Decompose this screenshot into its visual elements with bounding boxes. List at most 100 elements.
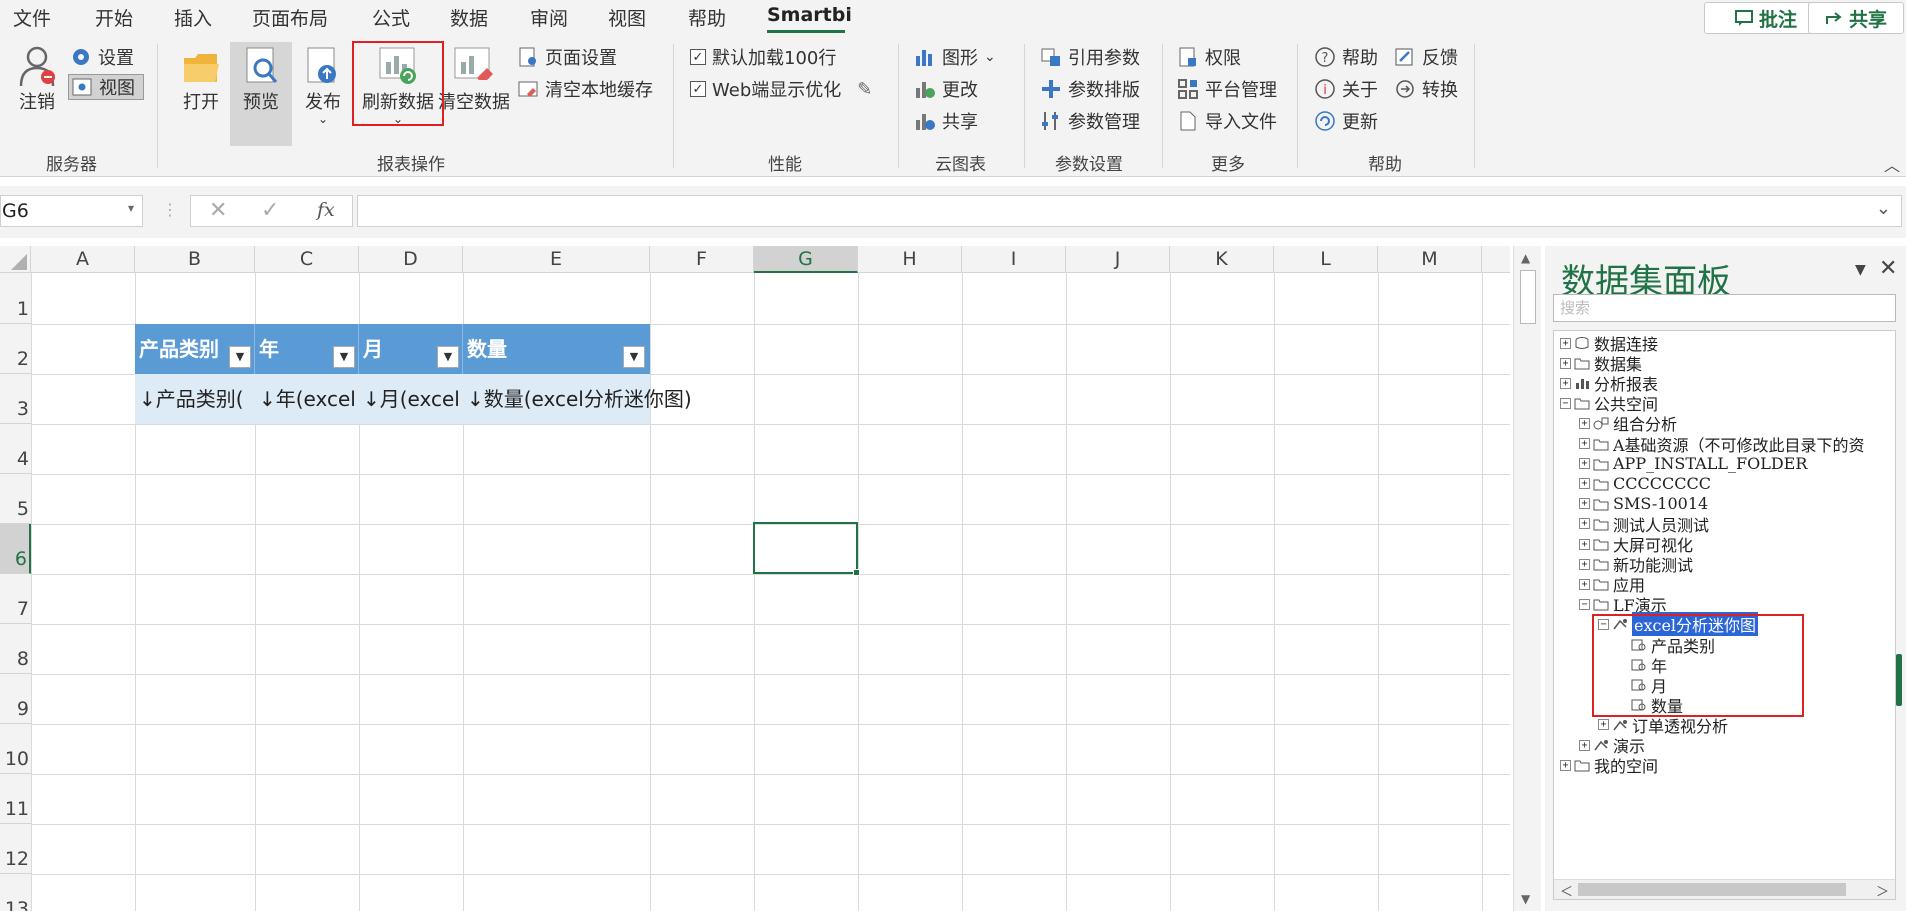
tree-node[interactable]: + 新功能测试 [1579,554,1693,575]
tree-node[interactable]: + 演示 [1579,735,1645,756]
table-header-cell[interactable]: 数量 ▼ [463,324,650,374]
page-setup-button[interactable]: 页面设置 [517,44,617,70]
convert-button[interactable]: 转换 [1394,76,1458,102]
expand-icon[interactable]: + [1579,538,1590,550]
scroll-left-icon[interactable]: ＜ [1560,881,1573,899]
table-header-cell[interactable]: 产品类别 ▼ [135,324,255,374]
row-header-8[interactable]: 8 [0,624,31,674]
filter-dropdown-icon[interactable]: ▼ [333,346,355,368]
tab-help[interactable]: 帮助 [688,4,726,31]
params-manage-button[interactable]: 参数管理 [1040,108,1140,134]
tree-node[interactable]: + 应用 [1579,574,1645,595]
row-header-13[interactable]: 13 [0,874,31,911]
row-header-10[interactable]: 10 [0,724,31,774]
about-button[interactable]: i 关于 [1314,76,1378,102]
row-header-9[interactable]: 9 [0,674,31,724]
feedback-button[interactable]: 反馈 [1394,44,1458,70]
share-chart-button[interactable]: 共享 [914,108,978,134]
expand-icon[interactable]: + [1579,739,1590,751]
clear-data-button[interactable]: 清空数据 [438,44,510,114]
filter-dropdown-icon[interactable]: ▼ [229,346,251,368]
help-button[interactable]: ? 帮助 [1314,44,1378,70]
name-box[interactable]: G6 ▾ [0,195,143,227]
row-header-1[interactable]: 1 [0,273,31,324]
expand-formula-icon[interactable]: ⌄ [1876,198,1891,219]
pencil-icon[interactable]: ✎ [857,79,872,100]
tree-node[interactable]: + CCCCCCCC [1579,474,1711,494]
reference-params-button[interactable]: 引用参数 [1040,44,1140,70]
expand-icon[interactable]: + [1579,578,1590,590]
cancel-icon[interactable]: ✕ [209,198,227,223]
row-header-11[interactable]: 11 [0,774,31,824]
expand-icon[interactable]: + [1560,759,1571,771]
tree-node[interactable]: + APP_INSTALL_FOLDER [1579,454,1807,474]
formula-input[interactable]: ⌄ [357,195,1902,227]
tab-page-layout[interactable]: 页面布局 [252,4,328,31]
vertical-scrollbar[interactable]: ▲ ▼ [1513,246,1541,911]
table-cell[interactable]: ↓年(excel [255,374,359,424]
collapse-ribbon-icon[interactable]: ︿ [1884,152,1900,176]
tab-home[interactable]: 开始 [95,4,133,31]
update-button[interactable]: 更新 [1314,108,1378,134]
share-button[interactable]: 共享 [1808,2,1904,34]
collapse-icon[interactable]: − [1560,397,1571,409]
column-header-g[interactable]: G [754,246,858,273]
fill-handle[interactable] [853,569,860,576]
column-header-k[interactable]: K [1170,246,1274,273]
preview-button[interactable]: 预览 [230,42,292,146]
column-header-j[interactable]: J [1066,246,1170,273]
tab-smartbi[interactable]: Smartbi [767,4,852,26]
publish-button[interactable]: 发布 ⌄ [300,44,346,125]
row-header-12[interactable]: 12 [0,824,31,874]
expand-icon[interactable]: + [1560,337,1571,349]
tree-node[interactable]: + 组合分析 [1579,413,1677,434]
tree-node[interactable]: + 我的空间 [1560,755,1658,776]
filter-dropdown-icon[interactable]: ▼ [437,346,459,368]
expand-icon[interactable]: + [1579,558,1590,570]
selected-cell-g6[interactable] [753,522,858,574]
settings-button[interactable]: 设置 [70,44,134,70]
tab-formulas[interactable]: 公式 [372,4,410,31]
column-header-h[interactable]: H [858,246,962,273]
close-icon[interactable]: ✕ [1879,256,1897,281]
expand-icon[interactable]: + [1560,377,1571,389]
enter-icon[interactable]: ✓ [261,198,279,223]
tab-review[interactable]: 审阅 [530,4,568,31]
tree-node[interactable]: + 数据连接 [1560,333,1658,354]
column-header-i[interactable]: I [962,246,1066,273]
column-header-m[interactable]: M [1378,246,1482,273]
panel-menu-icon[interactable]: ▼ [1855,262,1866,278]
scroll-thumb[interactable] [1520,270,1536,324]
table-cell[interactable]: ↓产品类别( [135,374,255,424]
column-header-c[interactable]: C [255,246,359,273]
logout-button[interactable]: 注销 [14,44,60,114]
load-100-checkbox[interactable]: ✓ 默认加载100行 [690,44,836,70]
tree-node[interactable]: + 分析报表 [1560,373,1658,394]
table-header-cell[interactable]: 年 ▼ [255,324,359,374]
tab-view[interactable]: 视图 [608,4,646,31]
tree-node[interactable]: + 订单透视分析 [1598,715,1728,736]
row-header-2[interactable]: 2 [0,324,31,374]
select-all-corner[interactable] [0,246,31,273]
row-header-5[interactable]: 5 [0,474,31,524]
insert-function-icon[interactable]: fx [317,199,335,221]
table-header-cell[interactable]: 月 ▼ [359,324,463,374]
permission-button[interactable]: 权限 [1177,44,1241,70]
tab-data[interactable]: 数据 [450,4,488,31]
view-button[interactable]: 视图 [68,74,144,100]
column-header-l[interactable]: L [1274,246,1378,273]
expand-icon[interactable]: + [1579,478,1590,490]
expand-icon[interactable]: + [1579,498,1590,510]
tree-node[interactable]: + SMS-10014 [1579,494,1708,514]
expand-icon[interactable]: + [1579,438,1590,449]
expand-icon[interactable]: + [1560,357,1571,369]
row-header-7[interactable]: 7 [0,574,31,624]
expand-icon[interactable]: + [1579,518,1590,530]
tree-node[interactable]: − 公共空间 [1560,393,1658,414]
open-button[interactable]: 打开 [178,44,224,114]
params-layout-button[interactable]: 参数排版 [1040,76,1140,102]
tab-insert[interactable]: 插入 [174,4,212,31]
column-header-d[interactable]: D [359,246,463,273]
clear-cache-button[interactable]: 清空本地缓存 [517,76,653,102]
row-header-6[interactable]: 6 [0,524,31,574]
